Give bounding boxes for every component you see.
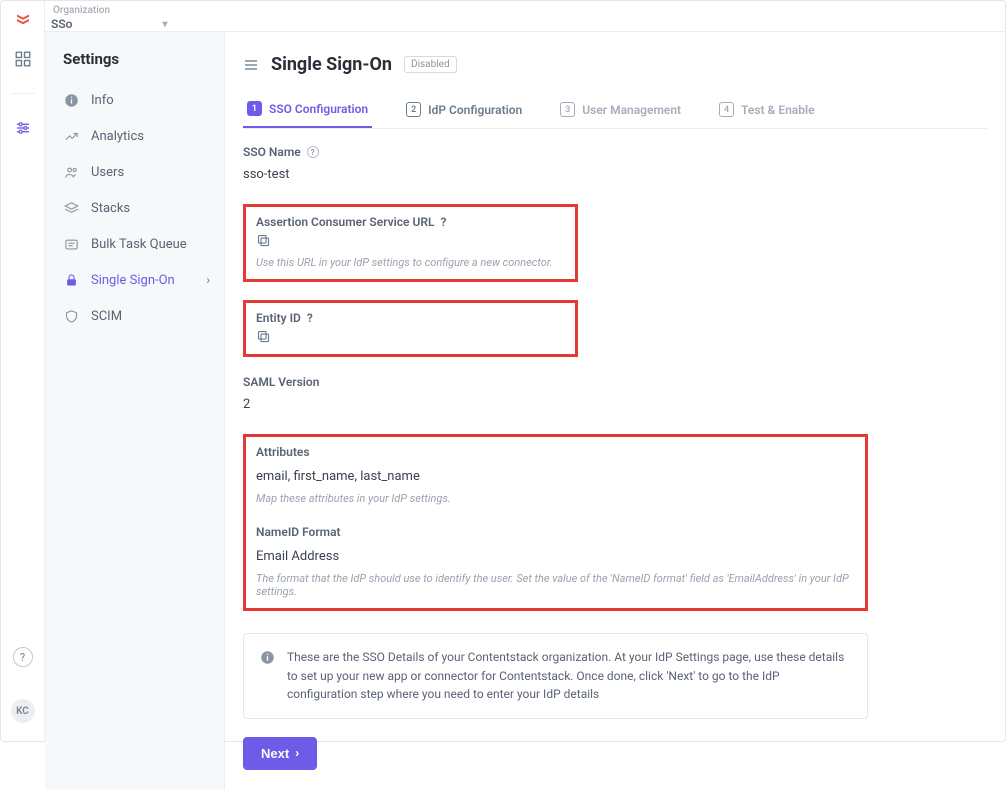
entity-id-box: Entity ID? <box>243 300 578 357</box>
copy-icon[interactable] <box>256 233 565 248</box>
help-icon[interactable]: ? <box>307 146 319 158</box>
users-icon <box>63 164 79 180</box>
rail-divider <box>11 93 35 94</box>
nameid-label: NameID Format <box>256 525 341 539</box>
tab-sso-configuration[interactable]: 1SSO Configuration <box>243 101 372 128</box>
nameid-hint: The format that the IdP should use to id… <box>256 572 855 598</box>
config-tabs: 1SSO Configuration 2IdP Configuration 3U… <box>243 101 987 129</box>
sidebar-item-label: Stacks <box>91 201 130 216</box>
page-header: Single Sign-On Disabled <box>243 54 987 75</box>
sidebar-item-label: Bulk Task Queue <box>91 237 187 252</box>
next-button-label: Next <box>261 746 289 761</box>
info-text: These are the SSO Details of your Conten… <box>287 648 851 704</box>
attributes-label: Attributes <box>256 445 310 459</box>
lock-icon <box>63 272 79 288</box>
help-icon[interactable]: ? <box>440 215 446 229</box>
dashboard-icon[interactable] <box>13 49 33 69</box>
left-rail: ? KC <box>1 1 45 741</box>
chevron-down-icon: ▾ <box>162 19 167 30</box>
menu-icon[interactable] <box>243 57 259 73</box>
analytics-icon <box>63 128 79 144</box>
org-selector[interactable]: SSo ▾ <box>51 16 1005 31</box>
section-saml-version: SAML Version 2 <box>243 375 987 412</box>
info-icon <box>260 650 275 704</box>
sidebar-item-label: SCIM <box>91 309 122 324</box>
chevron-right-icon: › <box>295 746 299 760</box>
help-icon[interactable]: ? <box>13 647 33 667</box>
sidebar-item-label: Single Sign-On <box>91 273 175 288</box>
acs-url-copy-row <box>256 233 565 248</box>
sso-name-label: SSO Name <box>243 145 301 159</box>
brand-logo <box>13 9 33 29</box>
settings-sidebar: Settings Info Analytics Users Stacks <box>45 32 225 790</box>
saml-version-label: SAML Version <box>243 375 319 389</box>
acs-url-hint: Use this URL in your IdP settings to con… <box>256 256 565 269</box>
sidebar-item-label: Info <box>91 93 114 108</box>
entity-id-copy-row <box>256 329 565 344</box>
acs-url-box: Assertion Consumer Service URL? Use this… <box>243 204 578 282</box>
sidebar-item-users[interactable]: Users <box>45 154 224 190</box>
attributes-hint: Map these attributes in your IdP setting… <box>256 492 855 505</box>
attributes-nameid-box: Attributes email, first_name, last_name … <box>243 434 868 611</box>
top-bar: Organization SSo ▾ <box>45 1 1005 32</box>
tab-user-management: 3User Management <box>556 101 685 128</box>
acs-url-label: Assertion Consumer Service URL <box>256 215 434 229</box>
entity-id-label: Entity ID <box>256 311 301 325</box>
status-badge: Disabled <box>404 56 457 73</box>
chevron-right-icon: › <box>206 273 210 287</box>
attributes-value: email, first_name, last_name <box>256 469 855 484</box>
queue-icon <box>63 236 79 252</box>
info-icon <box>63 92 79 108</box>
user-avatar[interactable]: KC <box>11 699 35 723</box>
settings-rail-icon[interactable] <box>13 118 33 138</box>
page-title: Single Sign-On <box>271 54 392 75</box>
sidebar-item-info[interactable]: Info <box>45 82 224 118</box>
tab-test-enable: 4Test & Enable <box>715 101 818 128</box>
saml-version-value: 2 <box>243 397 987 412</box>
sidebar-title: Settings <box>45 50 224 82</box>
section-sso-name: SSO Name? sso-test <box>243 145 987 182</box>
org-label: Organization <box>53 5 1005 16</box>
help-icon[interactable]: ? <box>307 311 313 325</box>
info-callout: These are the SSO Details of your Conten… <box>243 633 868 719</box>
shield-icon <box>63 308 79 324</box>
sidebar-item-bulk-task-queue[interactable]: Bulk Task Queue <box>45 226 224 262</box>
sidebar-item-analytics[interactable]: Analytics <box>45 118 224 154</box>
nameid-value: Email Address <box>256 549 855 564</box>
sidebar-item-stacks[interactable]: Stacks <box>45 190 224 226</box>
sidebar-item-sso[interactable]: Single Sign-On › <box>45 262 224 298</box>
sidebar-item-label: Users <box>91 165 124 180</box>
copy-icon[interactable] <box>256 329 565 344</box>
sso-name-value: sso-test <box>243 167 987 182</box>
sidebar-item-label: Analytics <box>91 129 144 144</box>
tab-idp-configuration[interactable]: 2IdP Configuration <box>402 101 526 128</box>
main-content: Single Sign-On Disabled 1SSO Configurati… <box>225 32 1005 790</box>
stacks-icon <box>63 200 79 216</box>
org-name: SSo <box>51 17 72 31</box>
sidebar-item-scim[interactable]: SCIM <box>45 298 224 334</box>
